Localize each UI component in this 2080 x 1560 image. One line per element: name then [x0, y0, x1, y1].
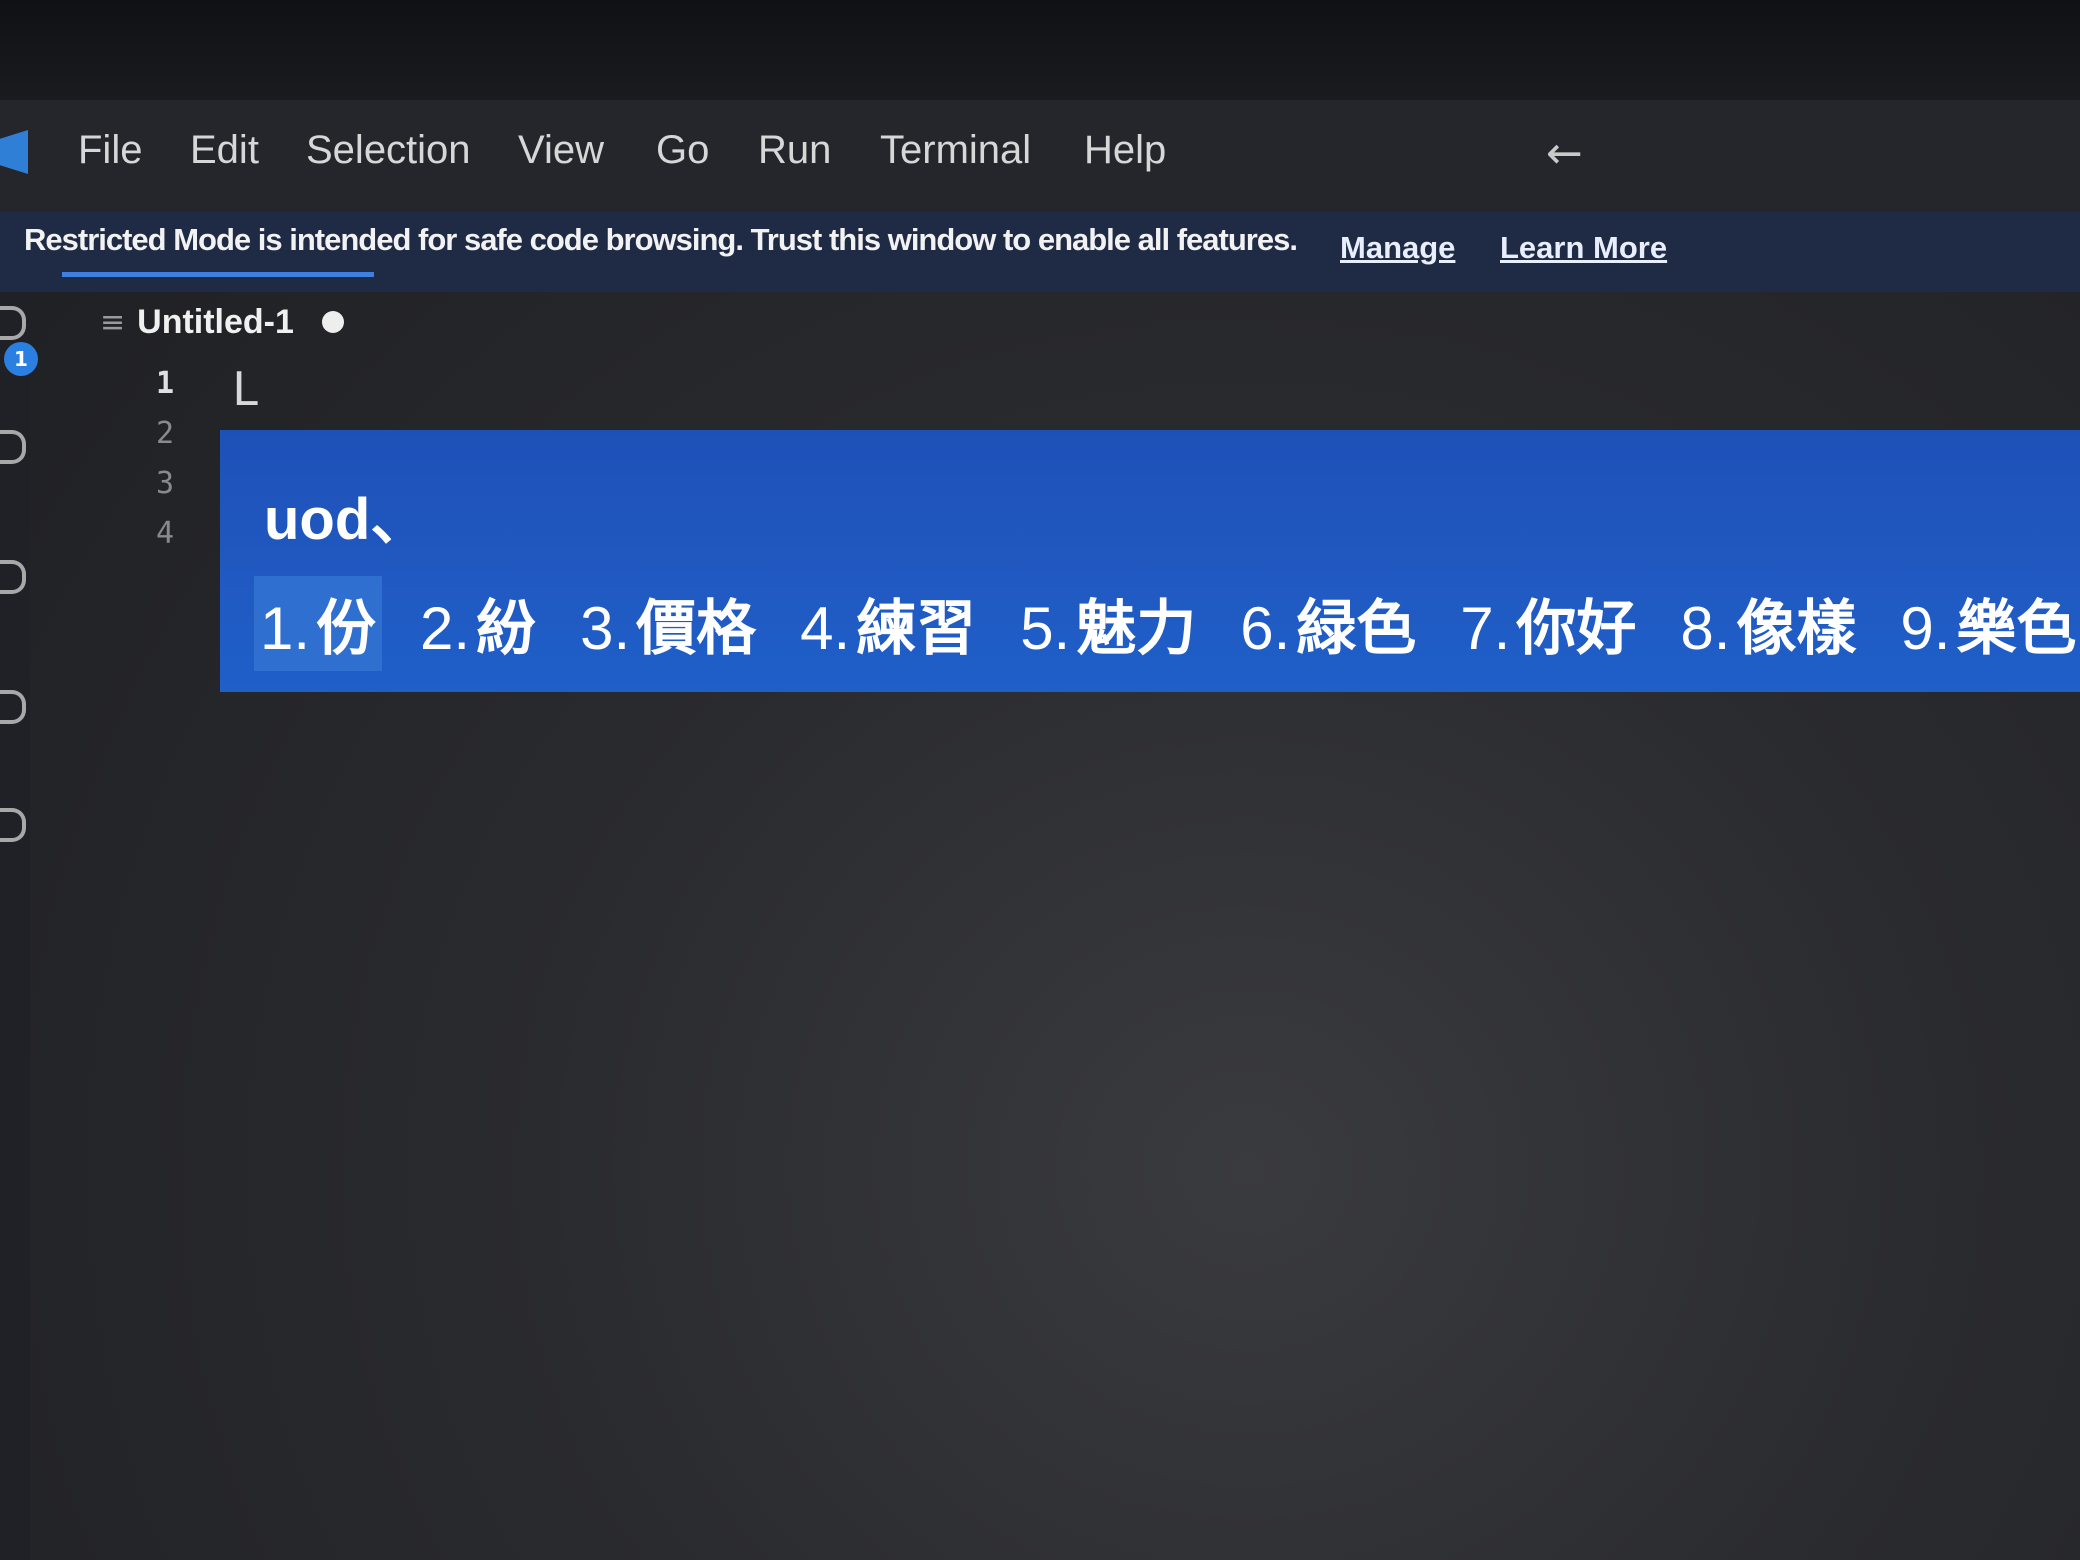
- menu-run[interactable]: Run: [758, 128, 831, 173]
- candidate-number: 9.: [1900, 594, 1951, 662]
- source-control-icon[interactable]: [0, 560, 26, 594]
- candidate-text: 魅力: [1076, 593, 1197, 664]
- candidate-number: 6.: [1240, 594, 1291, 662]
- tab-label: Untitled-1: [137, 302, 294, 341]
- candidate-text: 樂色: [1956, 593, 2077, 664]
- ime-candidate[interactable]: 9. 樂色: [1894, 576, 2080, 671]
- activity-bar: [0, 292, 30, 1560]
- menu-file[interactable]: File: [78, 128, 142, 173]
- ime-candidate[interactable]: 7. 你好: [1454, 576, 1642, 671]
- run-debug-icon[interactable]: [0, 690, 26, 724]
- manage-link[interactable]: Manage: [1340, 230, 1455, 266]
- unsaved-dot-icon[interactable]: [321, 311, 344, 333]
- banner-message: Restricted Mode is intended for safe cod…: [24, 222, 1298, 257]
- menu-view[interactable]: View: [518, 128, 604, 173]
- ime-candidate[interactable]: 6. 緑色: [1234, 576, 1422, 671]
- ime-candidate[interactable]: 2. 紛: [414, 576, 542, 671]
- candidate-number: 4.: [800, 594, 851, 662]
- menu-selection[interactable]: Selection: [306, 128, 471, 173]
- editor-text[interactable]: L: [232, 362, 260, 416]
- menu-help[interactable]: Help: [1084, 128, 1166, 173]
- candidate-number: 8.: [1680, 594, 1731, 662]
- candidate-text: 練習: [856, 593, 977, 664]
- line-number: 2: [155, 416, 174, 451]
- line-number: 1: [155, 366, 174, 401]
- candidate-text: 價格: [636, 593, 757, 664]
- candidate-text: 像樣: [1736, 593, 1857, 664]
- line-number: 3: [155, 466, 174, 501]
- candidate-number: 2.: [420, 594, 471, 662]
- ime-candidate-list: 1. 份 2. 紛 3. 價格 4. 練習 5. 魅力 6. 緑色 7. 你好 …: [254, 575, 2080, 671]
- extensions-icon[interactable]: [0, 808, 26, 842]
- candidate-text: 份: [316, 593, 377, 664]
- candidate-text: 紛: [476, 593, 537, 664]
- explorer-icon[interactable]: [0, 306, 26, 340]
- candidate-number: 7.: [1460, 594, 1511, 662]
- candidate-number: 1.: [260, 594, 311, 662]
- ime-candidate[interactable]: 4. 練習: [794, 576, 982, 671]
- candidate-text: 緑色: [1296, 593, 1417, 664]
- banner-progress-indicator: [62, 272, 374, 277]
- explorer-badge: 1: [4, 342, 38, 376]
- ime-candidate[interactable]: 8. 像樣: [1674, 576, 1862, 671]
- tab-untitled-1[interactable]: ≡ Untitled-1: [100, 296, 344, 348]
- learn-more-link[interactable]: Learn More: [1500, 230, 1667, 266]
- screen: File Edit Selection View Go Run Terminal…: [0, 0, 2080, 1560]
- candidate-number: 3.: [580, 594, 631, 662]
- menu-go[interactable]: Go: [656, 128, 709, 173]
- search-icon[interactable]: [0, 430, 26, 464]
- menu-edit[interactable]: Edit: [190, 128, 259, 173]
- ime-composition-text: uod、: [264, 487, 429, 552]
- ime-candidate[interactable]: 5. 魅力: [1014, 576, 1202, 671]
- candidate-number: 5.: [1020, 594, 1071, 662]
- ime-candidate[interactable]: 3. 價格: [574, 576, 762, 671]
- monitor-bezel: [0, 0, 2080, 100]
- line-number: 4: [155, 516, 174, 551]
- ime-candidate[interactable]: 1. 份: [254, 575, 383, 671]
- file-icon: ≡: [100, 304, 126, 340]
- menu-terminal[interactable]: Terminal: [880, 128, 1031, 173]
- arrow-left-icon[interactable]: ←: [1546, 132, 1590, 176]
- candidate-text: 你好: [1516, 593, 1637, 664]
